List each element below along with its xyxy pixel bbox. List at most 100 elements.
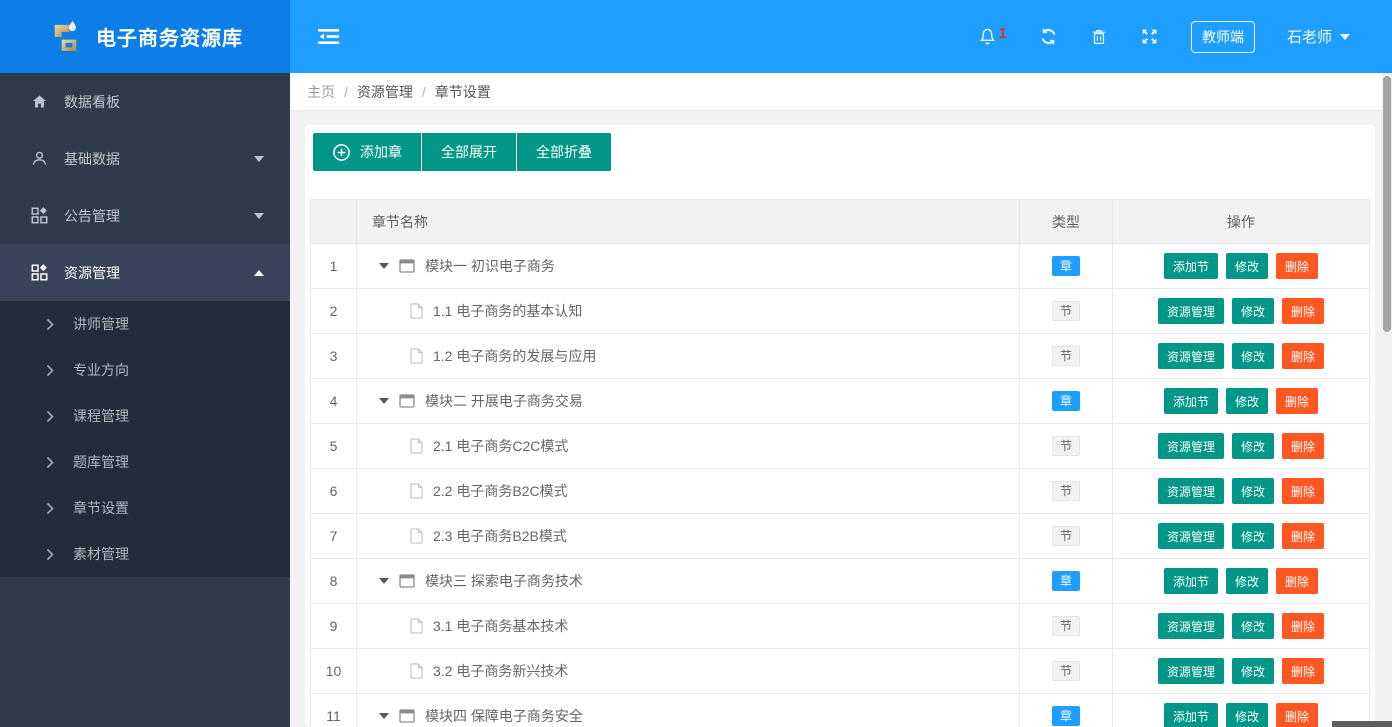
- resource-manage-button[interactable]: 资源管理: [1157, 433, 1224, 459]
- main-area: 主页 / 资源管理 / 章节设置 添加章 全部展开 全部折叠 章节名称 类型 操…: [290, 73, 1392, 727]
- row-index: 3: [310, 333, 357, 379]
- header-actions: 1 教师端 石老师: [978, 20, 1350, 53]
- row-index: 10: [310, 648, 357, 694]
- edit-button[interactable]: 修改: [1231, 343, 1274, 369]
- submenu-item[interactable]: 专业方向: [0, 347, 290, 393]
- breadcrumb: 主页 / 资源管理 / 章节设置: [290, 73, 1392, 111]
- chapter-icon: [399, 709, 415, 723]
- table-row: 2 1.1 电子商务的基本认知 节 资源管理 修改 删除: [310, 288, 1370, 334]
- chevron-up-icon: [254, 265, 264, 276]
- sidebar-item-label: 公告管理: [64, 207, 120, 224]
- add-section-button[interactable]: 添加节: [1163, 253, 1218, 279]
- table-row: 1 模块一 初识电子商务 章 添加节 修改 删除: [310, 243, 1370, 289]
- sidebar-item-announcements[interactable]: 公告管理: [0, 187, 290, 244]
- submenu-item[interactable]: 讲师管理: [0, 301, 290, 347]
- resource-manage-button[interactable]: 资源管理: [1157, 478, 1224, 504]
- top-header: 电子商务资源库 1 教师端 石老师: [0, 0, 1392, 73]
- collapse-triangle-icon[interactable]: [379, 263, 389, 274]
- edit-button[interactable]: 修改: [1231, 613, 1274, 639]
- type-badge: 节: [1051, 526, 1080, 546]
- type-badge: 章: [1051, 571, 1080, 591]
- sidebar-item-label: 数据看板: [64, 93, 120, 110]
- resource-manage-button[interactable]: 资源管理: [1157, 343, 1224, 369]
- row-index: 11: [310, 693, 357, 727]
- chapter-name: 模块二 开展电子商务交易: [425, 393, 583, 409]
- delete-button[interactable]: 删除: [1282, 433, 1325, 459]
- delete-button[interactable]: 删除: [1282, 613, 1325, 639]
- row-index: 5: [310, 423, 357, 469]
- submenu-item[interactable]: 素材管理: [0, 531, 290, 577]
- chapter-icon: [399, 394, 415, 408]
- delete-button[interactable]: 删除: [1282, 658, 1325, 684]
- apps-icon: [31, 264, 49, 282]
- resource-manage-button[interactable]: 资源管理: [1157, 658, 1224, 684]
- submenu-item[interactable]: 课程管理: [0, 393, 290, 439]
- vertical-scrollbar: [1382, 73, 1392, 727]
- collapse-all-button[interactable]: 全部折叠: [517, 133, 611, 171]
- refresh-icon[interactable]: [1039, 27, 1058, 46]
- edit-button[interactable]: 修改: [1225, 568, 1268, 594]
- table-row: 11 模块四 保障电子商务安全 章 添加节 修改 删除: [310, 693, 1370, 727]
- delete-button[interactable]: 删除: [1276, 703, 1319, 727]
- add-chapter-button[interactable]: 添加章: [313, 133, 421, 171]
- notifications-button[interactable]: 1: [978, 26, 1007, 46]
- breadcrumb-home[interactable]: 主页: [307, 82, 335, 102]
- section-icon: [410, 663, 423, 679]
- delete-button[interactable]: 删除: [1282, 478, 1325, 504]
- collapse-triangle-icon[interactable]: [379, 578, 389, 589]
- collapse-triangle-icon[interactable]: [379, 398, 389, 409]
- delete-button[interactable]: 删除: [1276, 388, 1319, 414]
- sidebar-item-label: 基础数据: [64, 150, 120, 167]
- name-column-header: 章节名称: [356, 199, 1020, 244]
- add-section-button[interactable]: 添加节: [1163, 388, 1218, 414]
- delete-button[interactable]: 删除: [1282, 298, 1325, 324]
- type-badge: 章: [1051, 391, 1080, 411]
- edit-button[interactable]: 修改: [1225, 388, 1268, 414]
- collapse-sidebar-icon[interactable]: [318, 28, 339, 45]
- chapter-name: 模块一 初识电子商务: [425, 258, 555, 274]
- expand-all-button[interactable]: 全部展开: [422, 133, 516, 171]
- delete-button[interactable]: 删除: [1276, 568, 1319, 594]
- row-index: 7: [310, 513, 357, 559]
- row-index: 1: [310, 243, 357, 289]
- submenu-item[interactable]: 章节设置: [0, 485, 290, 531]
- type-badge: 章: [1051, 256, 1080, 276]
- sidebar-item-basic-data[interactable]: 基础数据: [0, 130, 290, 187]
- edit-button[interactable]: 修改: [1231, 658, 1274, 684]
- row-index: 6: [310, 468, 357, 514]
- sidebar-item-dashboard[interactable]: 数据看板: [0, 73, 290, 130]
- section-icon: [410, 483, 423, 499]
- resource-manage-button[interactable]: 资源管理: [1157, 523, 1224, 549]
- horizontal-scrollbar-thumb[interactable]: [1332, 721, 1392, 727]
- teacher-mode-button[interactable]: 教师端: [1190, 20, 1255, 53]
- edit-button[interactable]: 修改: [1231, 523, 1274, 549]
- edit-button[interactable]: 修改: [1225, 703, 1268, 727]
- delete-button[interactable]: 删除: [1282, 343, 1325, 369]
- delete-button[interactable]: 删除: [1276, 253, 1319, 279]
- resource-manage-button[interactable]: 资源管理: [1157, 613, 1224, 639]
- collapse-triangle-icon[interactable]: [379, 713, 389, 724]
- chevron-down-icon: [254, 155, 264, 167]
- submenu-item[interactable]: 题库管理: [0, 439, 290, 485]
- trash-icon[interactable]: [1090, 28, 1108, 46]
- user-menu[interactable]: 石老师: [1287, 26, 1350, 47]
- edit-button[interactable]: 修改: [1231, 298, 1274, 324]
- edit-button[interactable]: 修改: [1231, 433, 1274, 459]
- chevron-right-icon: [46, 502, 54, 515]
- fullscreen-icon[interactable]: [1140, 27, 1159, 46]
- user-icon: [31, 150, 49, 168]
- chapter-name: 模块三 探索电子商务技术: [425, 573, 583, 589]
- section-name: 2.2 电子商务B2C模式: [433, 483, 568, 499]
- chevron-right-icon: [46, 364, 54, 377]
- sidebar: 数据看板 基础数据 公告管理 资源管理 讲师管理 专业方向 课程管理 题库管理 …: [0, 73, 290, 727]
- edit-button[interactable]: 修改: [1231, 478, 1274, 504]
- vertical-scrollbar-thumb[interactable]: [1383, 76, 1391, 332]
- sidebar-item-resources[interactable]: 资源管理: [0, 244, 290, 301]
- user-name: 石老师: [1286, 29, 1332, 46]
- add-section-button[interactable]: 添加节: [1163, 703, 1218, 727]
- submenu-item-label: 题库管理: [73, 454, 129, 470]
- edit-button[interactable]: 修改: [1225, 253, 1268, 279]
- resource-manage-button[interactable]: 资源管理: [1157, 298, 1224, 324]
- add-section-button[interactable]: 添加节: [1163, 568, 1218, 594]
- delete-button[interactable]: 删除: [1282, 523, 1325, 549]
